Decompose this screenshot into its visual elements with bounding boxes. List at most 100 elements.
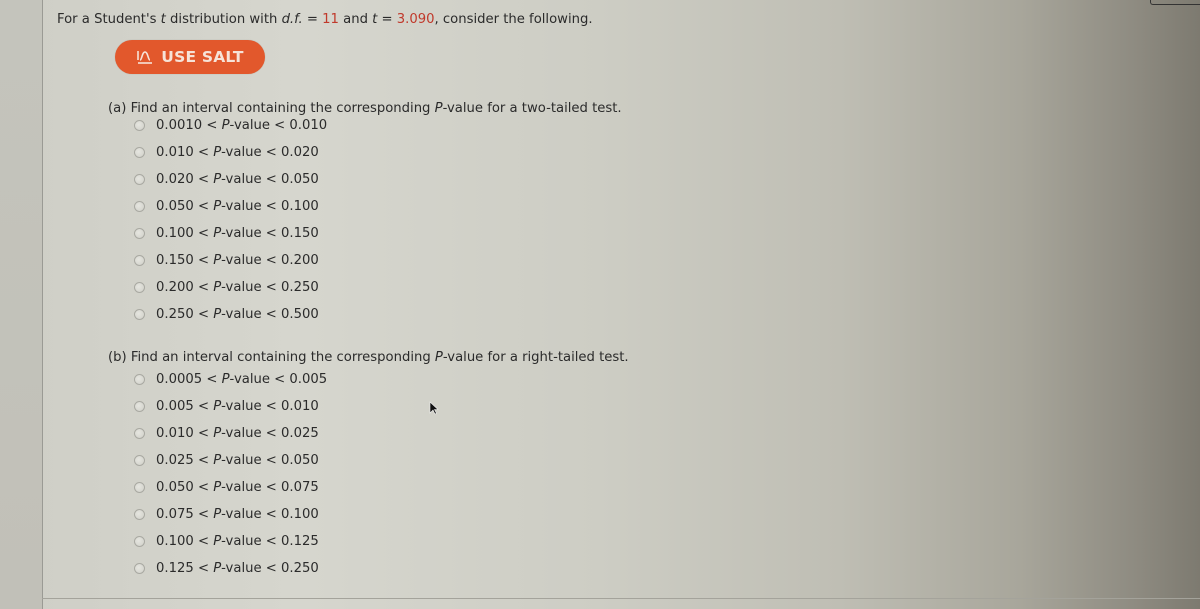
value-word: -value bbox=[221, 172, 262, 187]
less-than: < bbox=[269, 372, 290, 387]
part-b-option[interactable]: 0.010 < P-value < 0.025 bbox=[134, 420, 327, 447]
p-symbol: P bbox=[213, 307, 222, 322]
radio-button[interactable] bbox=[134, 147, 145, 158]
less-than: < bbox=[261, 280, 282, 295]
use-salt-button[interactable]: USE SALT bbox=[115, 40, 265, 74]
df-value: 11 bbox=[322, 12, 339, 27]
part-a-option[interactable]: 0.100 < P-value < 0.150 bbox=[134, 220, 327, 247]
p-symbol: P bbox=[213, 145, 222, 160]
option-high: 0.020 bbox=[281, 145, 319, 160]
radio-button[interactable] bbox=[134, 228, 145, 239]
option-label: 0.005 < P-value < 0.010 bbox=[156, 399, 319, 414]
part-b-option[interactable]: 0.005 < P-value < 0.010 bbox=[134, 393, 327, 420]
radio-button[interactable] bbox=[134, 201, 145, 212]
less-than: < bbox=[193, 199, 214, 214]
p-symbol: P bbox=[434, 101, 443, 116]
less-than: < bbox=[261, 172, 282, 187]
radio-button[interactable] bbox=[134, 455, 145, 466]
part-b-option[interactable]: 0.050 < P-value < 0.075 bbox=[134, 474, 327, 501]
p-symbol: P bbox=[213, 480, 222, 495]
radio-button[interactable] bbox=[134, 509, 145, 520]
option-label: 0.050 < P-value < 0.075 bbox=[156, 480, 319, 495]
p-symbol: P bbox=[213, 172, 222, 187]
p-symbol: P bbox=[213, 199, 222, 214]
less-than: < bbox=[261, 145, 282, 160]
less-than: < bbox=[261, 253, 282, 268]
less-than: < bbox=[193, 426, 214, 441]
radio-button[interactable] bbox=[134, 309, 145, 320]
equals-sign: = bbox=[302, 12, 323, 27]
less-than: < bbox=[193, 453, 214, 468]
option-high: 0.010 bbox=[289, 118, 328, 133]
radio-button[interactable] bbox=[134, 374, 145, 385]
option-label: 0.010 < P-value < 0.020 bbox=[156, 145, 319, 160]
option-high: 0.125 bbox=[281, 534, 319, 549]
value-word: -value bbox=[221, 534, 262, 549]
radio-button[interactable] bbox=[134, 401, 145, 412]
p-symbol: P bbox=[213, 507, 222, 522]
option-high: 0.050 bbox=[281, 453, 319, 468]
option-high: 0.200 bbox=[281, 253, 319, 268]
option-low: 0.100 bbox=[156, 226, 194, 241]
value-word: -value bbox=[221, 426, 262, 441]
less-than: < bbox=[261, 199, 282, 214]
p-symbol: P bbox=[213, 226, 222, 241]
problem-statement: For a Student's t distribution with d.f.… bbox=[57, 12, 593, 27]
part-a-option[interactable]: 0.250 < P-value < 0.500 bbox=[134, 301, 327, 328]
part-a-option[interactable]: 0.020 < P-value < 0.050 bbox=[134, 166, 327, 193]
radio-button[interactable] bbox=[134, 536, 145, 547]
option-high: 0.025 bbox=[281, 426, 319, 441]
radio-button[interactable] bbox=[134, 282, 145, 293]
radio-button[interactable] bbox=[134, 428, 145, 439]
part-b-option[interactable]: 0.0005 < P-value < 0.005 bbox=[134, 366, 327, 393]
less-than: < bbox=[261, 480, 282, 495]
less-than: < bbox=[193, 280, 214, 295]
option-label: 0.150 < P-value < 0.200 bbox=[156, 253, 319, 268]
radio-button[interactable] bbox=[134, 174, 145, 185]
option-low: 0.025 bbox=[156, 453, 194, 468]
option-low: 0.010 bbox=[156, 145, 194, 160]
window-frame-corner bbox=[1150, 0, 1200, 5]
option-high: 0.500 bbox=[281, 307, 319, 322]
less-than: < bbox=[193, 399, 214, 414]
part-b-option[interactable]: 0.125 < P-value < 0.250 bbox=[134, 555, 327, 582]
radio-button[interactable] bbox=[134, 255, 145, 266]
less-than: < bbox=[193, 480, 214, 495]
radio-button[interactable] bbox=[134, 563, 145, 574]
less-than: < bbox=[202, 118, 222, 133]
p-symbol: P bbox=[434, 350, 443, 365]
less-than: < bbox=[261, 561, 282, 576]
part-b-option[interactable]: 0.025 < P-value < 0.050 bbox=[134, 447, 327, 474]
less-than: < bbox=[193, 307, 214, 322]
less-than: < bbox=[261, 534, 282, 549]
value-word: -value bbox=[221, 307, 262, 322]
part-a-option[interactable]: 0.050 < P-value < 0.100 bbox=[134, 193, 327, 220]
part-a-option[interactable]: 0.150 < P-value < 0.200 bbox=[134, 247, 327, 274]
part-b-suffix: -value for a right-tailed test. bbox=[442, 350, 629, 365]
option-high: 0.010 bbox=[281, 399, 319, 414]
option-high: 0.150 bbox=[281, 226, 319, 241]
and-text: and bbox=[338, 12, 373, 27]
value-word: -value bbox=[229, 372, 270, 387]
part-a-option[interactable]: 0.0010 < P-value < 0.010 bbox=[134, 112, 327, 139]
radio-button[interactable] bbox=[134, 482, 145, 493]
less-than: < bbox=[193, 253, 214, 268]
p-symbol: P bbox=[213, 253, 222, 268]
option-label: 0.100 < P-value < 0.150 bbox=[156, 226, 319, 241]
p-symbol: P bbox=[213, 561, 222, 576]
part-b-option[interactable]: 0.075 < P-value < 0.100 bbox=[134, 501, 327, 528]
value-word: -value bbox=[221, 199, 262, 214]
part-a-option[interactable]: 0.010 < P-value < 0.020 bbox=[134, 139, 327, 166]
option-high: 0.250 bbox=[281, 561, 319, 576]
less-than: < bbox=[193, 507, 214, 522]
value-word: -value bbox=[221, 145, 262, 160]
option-label: 0.250 < P-value < 0.500 bbox=[156, 307, 319, 322]
radio-button[interactable] bbox=[134, 120, 145, 131]
option-label: 0.050 < P-value < 0.100 bbox=[156, 199, 319, 214]
value-word: -value bbox=[221, 507, 262, 522]
part-b-options: 0.0005 < P-value < 0.005 0.005 < P-value … bbox=[134, 366, 327, 582]
part-a-option[interactable]: 0.200 < P-value < 0.250 bbox=[134, 274, 327, 301]
p-symbol: P bbox=[213, 280, 222, 295]
option-high: 0.100 bbox=[281, 199, 319, 214]
part-b-option[interactable]: 0.100 < P-value < 0.125 bbox=[134, 528, 327, 555]
